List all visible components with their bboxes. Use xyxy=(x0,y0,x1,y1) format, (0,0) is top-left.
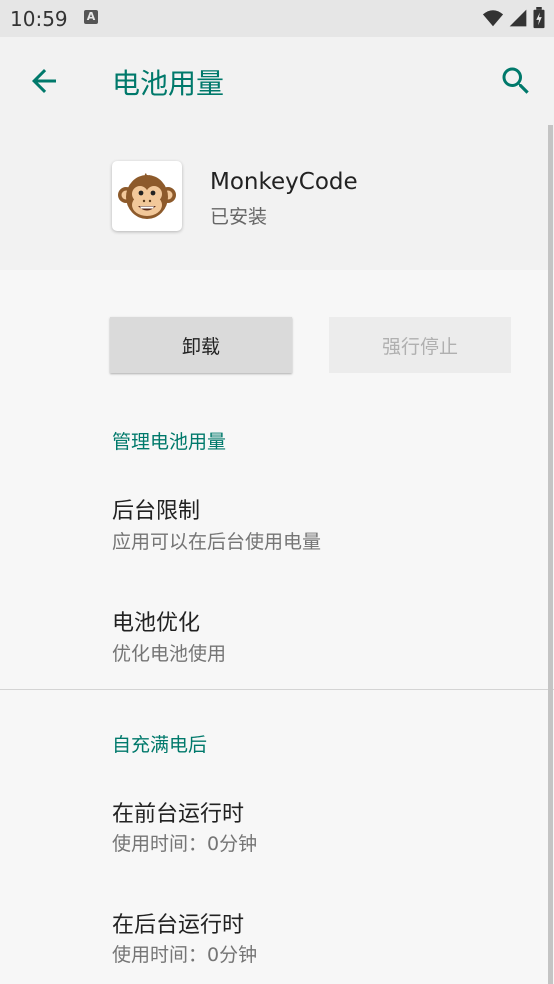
uninstall-button[interactable]: 卸载 xyxy=(110,317,292,373)
section-header-manage-battery: 管理电池用量 xyxy=(112,431,227,453)
arrow-back-icon xyxy=(32,69,56,93)
scrollbar[interactable] xyxy=(548,125,553,984)
app-header: MonkeyCode 已安装 xyxy=(0,123,554,270)
item-title: 后台限制 xyxy=(112,499,201,524)
back-button[interactable] xyxy=(26,63,62,99)
item-title: 在前台运行时 xyxy=(112,802,245,827)
app-icon xyxy=(112,161,182,231)
wifi-icon xyxy=(482,10,504,27)
force-stop-button[interactable]: 强行停止 xyxy=(329,317,511,373)
app-bar: 电池用量 xyxy=(0,37,554,123)
page-title: 电池用量 xyxy=(112,67,225,100)
app-name: MonkeyCode xyxy=(210,169,358,195)
settings-content: 卸载 强行停止 管理电池用量 后台限制 应用可以在后台使用电量 电池优化 优化电… xyxy=(0,270,554,984)
section-header-since-full-charge: 自充满电后 xyxy=(112,734,208,756)
search-button[interactable] xyxy=(498,63,534,99)
item-subtitle: 使用时间：0分钟 xyxy=(112,833,258,855)
notification-icon: A xyxy=(84,10,98,24)
item-title: 电池优化 xyxy=(112,611,201,636)
divider xyxy=(0,689,554,690)
item-title: 在后台运行时 xyxy=(112,913,245,938)
item-subtitle: 优化电池使用 xyxy=(112,643,227,665)
search-icon xyxy=(502,67,529,94)
status-time: 10:59 xyxy=(10,7,68,31)
item-subtitle: 使用时间：0分钟 xyxy=(112,944,258,966)
monkey-icon xyxy=(118,173,176,219)
status-icons xyxy=(482,7,546,29)
battery-icon xyxy=(533,7,545,29)
cell-signal-icon xyxy=(509,9,527,27)
status-bar: 10:59 A xyxy=(0,0,554,37)
app-install-status: 已安装 xyxy=(210,206,268,228)
item-subtitle: 应用可以在后台使用电量 xyxy=(112,531,322,553)
